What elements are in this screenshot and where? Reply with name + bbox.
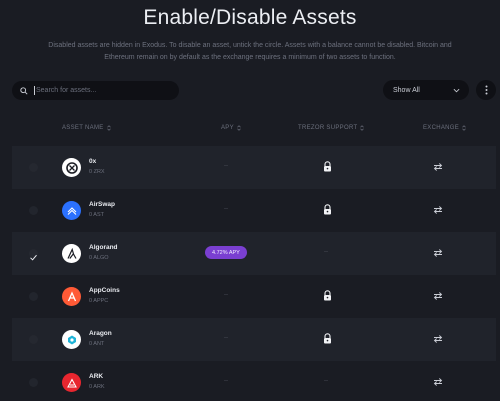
search-input[interactable]: Search for assets...	[36, 87, 96, 94]
enable-checkbox[interactable]	[29, 206, 38, 215]
asset-name: AirSwap	[89, 201, 116, 208]
asset-name: AppCoins	[89, 287, 120, 294]
lock-icon	[324, 204, 331, 215]
trezor-support-value: --	[324, 378, 328, 384]
filter-dropdown[interactable]: Show All	[383, 80, 469, 100]
column-label: APY	[221, 125, 234, 131]
sort-icon	[106, 125, 111, 131]
chevron-down-icon	[453, 88, 460, 92]
exchange-icon[interactable]	[433, 205, 443, 215]
exchange-icon[interactable]	[433, 377, 443, 387]
sort-icon	[360, 125, 365, 131]
column-header-asset-name[interactable]: ASSET NAME	[62, 125, 111, 131]
trezor-support-value: --	[324, 249, 328, 255]
asset-row[interactable]: AirSwap 0 AST --	[12, 189, 496, 232]
filter-selected-label: Show All	[393, 86, 420, 94]
appcoins-logo-icon	[62, 287, 81, 306]
enable-checkbox[interactable]	[29, 163, 38, 172]
asset-balance: 0 APPC	[89, 298, 109, 304]
enable-checkbox[interactable]	[29, 378, 38, 387]
sort-icon	[462, 125, 466, 131]
enable-checkbox[interactable]	[29, 292, 38, 301]
page-title: Enable/Disable Assets	[143, 6, 357, 29]
asset-row[interactable]: AppCoins 0 APPC --	[12, 275, 496, 318]
enable-checkbox[interactable]	[29, 335, 38, 344]
lock-icon	[324, 161, 331, 172]
search-box[interactable]: Search for assets...	[12, 81, 179, 100]
asset-balance: 0 ZRX	[89, 169, 105, 175]
column-label: ASSET NAME	[62, 125, 104, 131]
asset-balance: 0 ANT	[89, 341, 105, 347]
column-label: TREZOR SUPPORT	[298, 125, 358, 131]
lock-icon	[324, 290, 331, 301]
checkmark-icon	[30, 254, 37, 261]
enable-checkbox[interactable]	[29, 249, 38, 261]
kebab-menu-icon	[485, 85, 487, 95]
search-icon	[20, 86, 28, 95]
asset-name: Algorand	[89, 244, 118, 251]
asset-row[interactable]: Algorand 0 ALGO 4.72% APY --	[12, 232, 496, 275]
apy-value: --	[224, 292, 228, 298]
exchange-icon[interactable]	[433, 248, 443, 258]
asset-balance: 0 AST	[89, 212, 104, 218]
ark-logo-icon	[62, 373, 81, 392]
text-caret	[34, 86, 35, 95]
asset-row[interactable]: 0x 0 ZRX --	[12, 146, 496, 189]
asset-balance: 0 ALGO	[89, 255, 109, 261]
exchange-icon[interactable]	[433, 334, 443, 344]
column-header-apy[interactable]: APY	[221, 125, 241, 131]
exchange-icon[interactable]	[433, 291, 443, 301]
asset-balance: 0 ARK	[89, 384, 105, 390]
column-label: EXCHANGE	[423, 125, 460, 131]
apy-value: --	[224, 378, 228, 384]
asset-row[interactable]: Aragon 0 ANT --	[12, 318, 496, 361]
asset-name: ARK	[89, 373, 104, 380]
column-header-trezor-support[interactable]: TREZOR SUPPORT	[298, 125, 365, 131]
aragon-logo-icon	[62, 330, 81, 349]
asset-name: 0x	[89, 158, 97, 165]
page-description: Disabled assets are hidden in Exodus. To…	[48, 42, 452, 61]
exchange-icon[interactable]	[433, 162, 443, 172]
more-options-button[interactable]	[476, 80, 496, 100]
sort-icon	[237, 125, 241, 131]
apy-value: --	[224, 206, 228, 212]
asset-name: Aragon	[89, 330, 112, 337]
asset-row[interactable]: ARK 0 ARK -- --	[12, 361, 496, 401]
apy-value: --	[224, 163, 228, 169]
column-header-exchange[interactable]: EXCHANGE	[423, 125, 466, 131]
airswap-logo-icon	[62, 201, 81, 220]
apy-value: --	[224, 335, 228, 341]
lock-icon	[324, 333, 331, 344]
0x-logo-icon	[62, 158, 81, 177]
algorand-logo-icon	[62, 244, 81, 263]
apy-badge: 4.72% APY	[205, 246, 247, 259]
